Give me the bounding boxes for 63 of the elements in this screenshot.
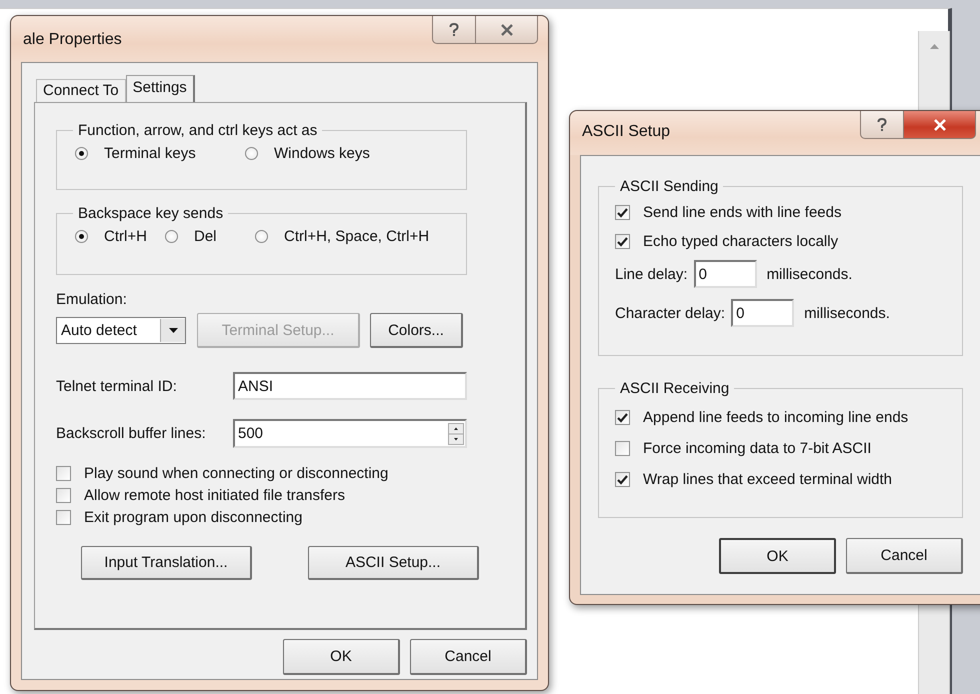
- checkbox[interactable]: [56, 510, 71, 525]
- group-label: ASCII Sending: [619, 178, 720, 195]
- group-label: ASCII Receiving: [619, 380, 730, 397]
- help-icon: [449, 22, 459, 36]
- field-label: Line delay:: [615, 266, 688, 282]
- close-icon: [932, 118, 946, 130]
- checkbox-label: Exit program upon disconnecting: [84, 509, 302, 526]
- dialog-button[interactable]: OK: [719, 538, 836, 574]
- window-title: ASCII Setup: [582, 123, 670, 141]
- radio-label: Terminal keys: [104, 145, 196, 162]
- field-label: Telnet terminal ID:: [56, 378, 178, 394]
- close-button[interactable]: [904, 111, 976, 139]
- input-field[interactable]: 0: [731, 299, 794, 327]
- input-field[interactable]: ANSI: [233, 372, 467, 400]
- emulation-dropdown[interactable]: Auto detect: [56, 317, 186, 344]
- checkbox-label: Allow remote host initiated file transfers: [84, 487, 345, 504]
- dialog-button[interactable]: Colors...: [370, 313, 463, 348]
- field-label: Backscroll buffer lines:: [56, 425, 207, 442]
- checkbox-label: Play sound when connecting or disconnecting: [84, 465, 388, 482]
- checkbox[interactable]: [615, 205, 630, 220]
- unit-label: milliseconds.: [804, 304, 890, 322]
- unit-label: milliseconds.: [766, 266, 852, 282]
- tab[interactable]: Connect To: [36, 79, 126, 102]
- help-button[interactable]: [860, 111, 904, 139]
- dialog-button[interactable]: ASCII Setup...: [308, 546, 479, 580]
- group-label: Backspace key sends: [77, 205, 224, 222]
- radio-button[interactable]: [255, 230, 268, 243]
- checkbox-label: Echo typed characters locally: [643, 233, 838, 250]
- group-label: Function, arrow, and ctrl keys act as: [77, 122, 318, 139]
- close-icon: [500, 24, 514, 36]
- field-label: Emulation:: [56, 291, 128, 308]
- dialog-button[interactable]: OK: [283, 639, 400, 675]
- checkbox[interactable]: [615, 234, 630, 249]
- checkbox-label: Wrap lines that exceed terminal width: [643, 471, 892, 488]
- input-field[interactable]: 0: [694, 260, 757, 288]
- radio-label: Del: [194, 228, 217, 245]
- radio-label: Windows keys: [274, 145, 370, 162]
- checkbox[interactable]: [615, 441, 630, 456]
- close-button[interactable]: [476, 16, 538, 44]
- dropdown-arrow-icon: [168, 328, 178, 333]
- radio-button[interactable]: [75, 230, 88, 243]
- window-title: ale Properties: [23, 31, 122, 49]
- checkbox-label: Append line feeds to incoming line ends: [643, 409, 908, 426]
- checkbox[interactable]: [615, 410, 630, 425]
- radio-label: Ctrl+H, Space, Ctrl+H: [284, 228, 430, 245]
- radio-label: Ctrl+H: [104, 228, 147, 245]
- dialog-button[interactable]: Cancel: [846, 538, 963, 574]
- checkbox[interactable]: [615, 472, 630, 487]
- spinner-arrows-icon: [448, 422, 464, 444]
- checkbox-label: Force incoming data to 7-bit ASCII: [643, 440, 872, 457]
- checkbox-label: Send line ends with line feeds: [643, 204, 842, 221]
- number-field[interactable]: 500: [233, 419, 467, 448]
- dialog-button[interactable]: Cancel: [410, 639, 527, 675]
- radio-button[interactable]: [75, 147, 88, 160]
- checkbox[interactable]: [56, 488, 71, 503]
- tab[interactable]: Settings: [126, 75, 195, 102]
- radio-button[interactable]: [165, 230, 178, 243]
- help-button[interactable]: [432, 16, 476, 44]
- dialog-button[interactable]: Input Translation...: [81, 546, 252, 580]
- checkbox[interactable]: [56, 466, 71, 481]
- radio-button[interactable]: [245, 147, 258, 160]
- help-icon: [877, 118, 887, 132]
- field-label: Character delay:: [615, 304, 726, 322]
